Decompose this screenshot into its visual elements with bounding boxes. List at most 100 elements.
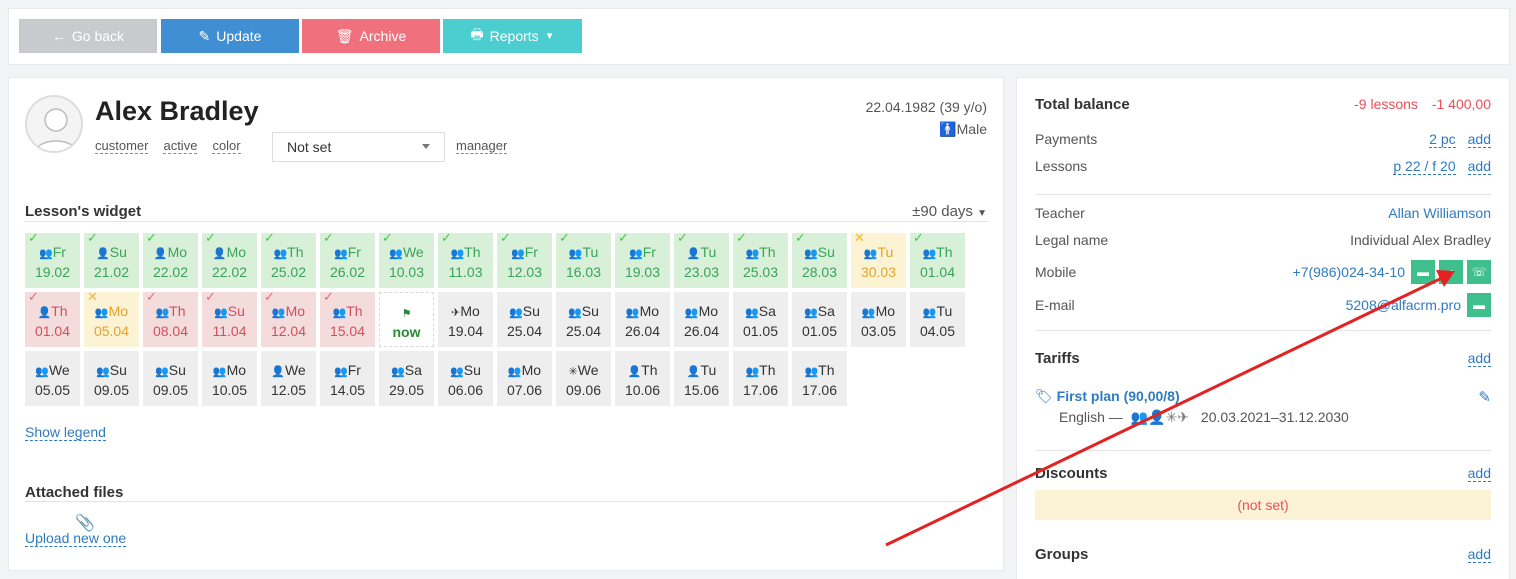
lesson-day: Fr: [347, 362, 361, 378]
lesson-cell[interactable]: 👥Mo 26.04: [674, 292, 729, 347]
lesson-day: Fr: [524, 244, 538, 260]
lesson-cell[interactable]: 👥Su 09.05: [143, 351, 198, 406]
lesson-cell[interactable]: ✳We 09.06: [556, 351, 611, 406]
lesson-date: 10.05: [211, 382, 248, 398]
tariff-name[interactable]: First plan (90,00/8): [1057, 388, 1180, 404]
email-link[interactable]: 5208@alfacrm.pro: [1346, 297, 1461, 313]
lesson-cell[interactable]: ✓ 👥Th 25.03: [733, 231, 788, 288]
teacher-row: Teacher Allan Williamson: [1035, 205, 1491, 221]
lesson-cell[interactable]: ✓ 👥Fr 12.03: [497, 231, 552, 288]
lesson-cell[interactable]: 👥Th 17.06: [733, 351, 788, 406]
group-icon: 👥: [94, 307, 109, 319]
viber-icon[interactable]: ☏: [1467, 260, 1491, 284]
teacher-link[interactable]: Allan Williamson: [1388, 205, 1491, 221]
lesson-cell[interactable]: ✓ 👥Su 11.04: [202, 290, 257, 347]
lesson-cell[interactable]: ✓ 👥Th 25.02: [261, 231, 316, 288]
lesson-cell[interactable]: ✓ 👥Fr 19.03: [615, 230, 670, 288]
lesson-cell[interactable]: ✓ 👥Fr 26.02: [320, 231, 375, 288]
lesson-cell[interactable]: 👥Sa 01.05: [733, 292, 788, 347]
mobile-phone-link[interactable]: +7(986)024-34-10: [1293, 264, 1405, 280]
tag-icon: 🏷: [1035, 388, 1053, 404]
go-back-button[interactable]: ← Go back: [19, 19, 157, 53]
lesson-cell[interactable]: ✓ 👥Th 08.04: [143, 290, 198, 347]
lesson-cell[interactable]: ✕ 👥Tu 30.03: [851, 231, 906, 288]
lesson-cell[interactable]: ✓ 👤Mo 22.02: [143, 231, 198, 288]
lesson-cell[interactable]: 👥Mo 07.06: [497, 351, 552, 406]
reports-dropdown-button[interactable]: 🖶 Reports ▼: [443, 19, 582, 53]
lesson-cell[interactable]: 👥Tu 04.05: [910, 292, 965, 347]
lesson-cell[interactable]: 👤We 12.05: [261, 351, 316, 406]
upload-file-link[interactable]: Upload new one: [25, 530, 127, 547]
lesson-cell[interactable]: ✓ 👤Th 01.04: [25, 290, 80, 347]
lesson-cell[interactable]: ✈Mo 19.04: [438, 292, 493, 347]
lesson-cell[interactable]: ✓ 👥Th 15.04: [320, 290, 375, 347]
lesson-cell[interactable]: 👥Mo 26.04: [615, 292, 670, 347]
pencil-icon: ✎: [198, 27, 211, 44]
lesson-cell[interactable]: 👥Su 25.04: [556, 292, 611, 347]
lesson-cell[interactable]: 👥Th 17.06: [792, 351, 847, 406]
lesson-date: 10.03: [388, 264, 425, 280]
lesson-cell[interactable]: 👤Th 10.06: [615, 351, 670, 406]
lesson-cell[interactable]: 👥Sa 01.05: [792, 292, 847, 347]
show-legend-link[interactable]: Show legend: [25, 424, 106, 441]
whatsapp-icon[interactable]: ◔: [1439, 260, 1463, 284]
lesson-cell[interactable]: ✓ 👥We 10.03: [379, 231, 434, 288]
add-lesson-link[interactable]: add: [1467, 158, 1491, 175]
group-icon: 👥: [334, 366, 348, 378]
lesson-cell[interactable]: 👥Su 25.04: [497, 292, 552, 347]
lesson-cell[interactable]: ✓ 👥Su 28.03: [792, 231, 847, 288]
lesson-cell[interactable]: ✓ 👥Fr 19.02: [25, 230, 80, 288]
lesson-cell[interactable]: 👥Mo 10.05: [202, 351, 257, 406]
check-icon: ✓: [28, 230, 39, 245]
lessons-count-link[interactable]: p 22 / f 20: [1393, 158, 1456, 175]
lesson-date: 06.06: [447, 382, 484, 398]
lesson-cell[interactable]: ✓ 👥Tu 16.03: [556, 231, 611, 288]
lesson-cell[interactable]: 👥We 05.05: [25, 351, 80, 406]
add-discount-link[interactable]: add: [1467, 465, 1491, 482]
status-select[interactable]: Not set: [272, 132, 445, 162]
range-dropdown[interactable]: ±90 days ▼: [912, 203, 987, 220]
lesson-cell[interactable]: ✓ 👥Th 11.03: [438, 231, 493, 288]
lesson-cell[interactable]: 👥Sa 29.05: [379, 351, 434, 406]
tariff-item[interactable]: 🏷 First plan (90,00/8): [1035, 388, 1180, 405]
lesson-cell[interactable]: ✕ 👥Mo 05.04: [84, 290, 139, 347]
lesson-cell[interactable]: 👥Mo 03.05: [851, 292, 906, 347]
lesson-cell[interactable]: ✓ 👥Th 01.04: [910, 231, 965, 288]
group-icon: 👥: [96, 366, 110, 378]
lesson-cell[interactable]: 👥Su 06.06: [438, 351, 493, 406]
edit-tariff-pencil-icon[interactable]: ✎: [1478, 388, 1491, 406]
payments-count-link[interactable]: 2 pc: [1429, 131, 1456, 148]
check-icon: ✓: [618, 230, 629, 245]
archive-button[interactable]: 🗑 Archive: [302, 19, 440, 53]
lesson-cell[interactable]: ✓ 👥Mo 12.04: [261, 290, 316, 347]
group-icon: 👥: [391, 366, 405, 378]
tag-customer[interactable]: customer: [95, 138, 149, 154]
tag-color[interactable]: color: [212, 138, 241, 154]
lesson-date: 07.06: [506, 382, 543, 398]
lesson-cell[interactable]: 👥Fr 14.05: [320, 351, 375, 406]
group-icon: 👥: [271, 307, 286, 319]
lessons-widget-title: Lesson's widget: [25, 203, 142, 220]
lesson-cell[interactable]: 👥Su 09.05: [84, 351, 139, 406]
lesson-cell[interactable]: ✓ 👤Mo 22.02: [202, 231, 257, 288]
sms-icon[interactable]: ▬: [1411, 260, 1435, 284]
person-icon: 👤: [686, 366, 701, 378]
lesson-date: 26.04: [624, 323, 661, 339]
tariff-details: English — 👥👤✳✈ 20.03.2021–31.12.2030: [1059, 409, 1349, 425]
now-marker[interactable]: ⚑ now: [379, 292, 434, 347]
lesson-date: 11.04: [212, 323, 247, 339]
lesson-date: 30.03: [860, 264, 897, 280]
add-tariff-link[interactable]: add: [1467, 350, 1491, 367]
lesson-cell[interactable]: ✓ 👤Su 21.02: [84, 231, 139, 288]
tag-active[interactable]: active: [163, 138, 198, 154]
add-group-link[interactable]: add: [1467, 546, 1491, 563]
update-button[interactable]: ✎ Update: [161, 19, 299, 53]
manager-link[interactable]: manager: [456, 138, 508, 154]
add-payment-link[interactable]: add: [1467, 131, 1491, 148]
customer-tags: customer active color: [95, 138, 241, 154]
lesson-cell[interactable]: ✓ 👤Tu 23.03: [674, 231, 729, 288]
lesson-day: Su: [581, 303, 599, 319]
lesson-date: 22.02: [152, 264, 189, 280]
lesson-cell[interactable]: 👤Tu 15.06: [674, 351, 729, 406]
email-icon[interactable]: ▬: [1467, 293, 1491, 317]
